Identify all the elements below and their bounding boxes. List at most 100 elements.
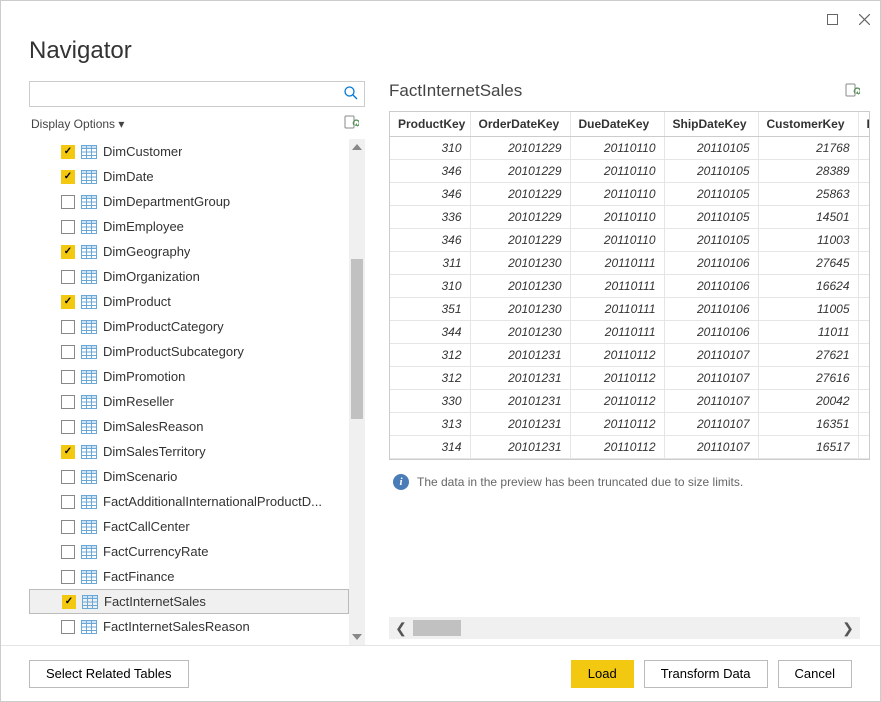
tree-item-checkbox[interactable] (61, 445, 75, 459)
table-row[interactable]: 31220101231201101122011010727616 (390, 367, 870, 390)
tree-item-checkbox[interactable] (61, 170, 75, 184)
load-button[interactable]: Load (571, 660, 634, 688)
tree-item-checkbox[interactable] (61, 495, 75, 509)
tree-item-checkbox[interactable] (61, 570, 75, 584)
tree-item-label: DimProduct (103, 294, 171, 309)
hscroll-right-arrow[interactable]: ❯ (836, 617, 860, 639)
tree-item-label: DimProductCategory (103, 319, 224, 334)
table-row[interactable]: 34620101229201101102011010528389 (390, 160, 870, 183)
table-icon (81, 370, 97, 384)
grid-column-header[interactable]: ShipDateKey (664, 112, 758, 137)
table-row[interactable]: 31320101231201101122011010716351 (390, 413, 870, 436)
table-row[interactable]: 33020101231201101122011010720042 (390, 390, 870, 413)
select-related-tables-button[interactable]: Select Related Tables (29, 660, 189, 688)
scrollbar-down-arrow[interactable] (349, 629, 365, 645)
hscroll-left-arrow[interactable]: ❮ (389, 617, 413, 639)
table-row[interactable]: 34420101230201101112011010611011 (390, 321, 870, 344)
tree-vertical-scrollbar[interactable] (349, 139, 365, 645)
table-row[interactable]: 34620101229201101102011010511003 (390, 229, 870, 252)
search-icon[interactable] (344, 86, 358, 103)
tree-item[interactable]: DimDate (29, 164, 349, 189)
table-cell: 27616 (758, 367, 858, 390)
grid-column-header[interactable]: OrderDateKey (470, 112, 570, 137)
refresh-icon[interactable] (343, 115, 361, 133)
tree-item-checkbox[interactable] (61, 395, 75, 409)
hscroll-thumb[interactable] (413, 620, 461, 636)
table-icon (81, 195, 97, 209)
tree-item[interactable]: DimCustomer (29, 139, 349, 164)
scrollbar-thumb[interactable] (351, 259, 363, 419)
hscroll-track[interactable] (413, 617, 836, 639)
table-icon (81, 270, 97, 284)
tree-item-checkbox[interactable] (61, 370, 75, 384)
truncate-message: i The data in the preview has been trunc… (389, 460, 870, 504)
tree-item[interactable]: DimScenario (29, 464, 349, 489)
search-input[interactable] (36, 87, 344, 102)
tree-item[interactable]: FactFinance (29, 564, 349, 589)
table-cell: 20110112 (570, 344, 664, 367)
table-row[interactable]: 34620101229201101102011010525863 (390, 183, 870, 206)
table-row[interactable]: 35120101230201101112011010611005 (390, 298, 870, 321)
close-icon[interactable] (856, 11, 872, 27)
tree-item-checkbox[interactable] (61, 520, 75, 534)
tree-item[interactable]: DimProduct (29, 289, 349, 314)
cancel-button[interactable]: Cancel (778, 660, 852, 688)
tree-item[interactable]: DimOrganization (29, 264, 349, 289)
table-row[interactable]: 31420101231201101122011010716517 (390, 436, 870, 459)
scrollbar-up-arrow[interactable] (349, 139, 365, 155)
tree-item-checkbox[interactable] (61, 220, 75, 234)
maximize-icon[interactable] (824, 11, 840, 27)
grid-column-header[interactable]: CustomerKey (758, 112, 858, 137)
preview-horizontal-scrollbar[interactable]: ❮ ❯ (389, 617, 860, 639)
table-cell: 310 (390, 275, 470, 298)
tree-item-checkbox[interactable] (61, 545, 75, 559)
tree-item[interactable]: DimSalesTerritory (29, 439, 349, 464)
tree-item-checkbox[interactable] (61, 245, 75, 259)
table-row[interactable]: 31020101229201101102011010521768 (390, 137, 870, 160)
tree-item[interactable]: DimSalesReason (29, 414, 349, 439)
tree-item-checkbox[interactable] (61, 420, 75, 434)
tree-item-checkbox[interactable] (61, 195, 75, 209)
tree-item-checkbox[interactable] (61, 145, 75, 159)
table-cell: 20110105 (664, 206, 758, 229)
table-icon (81, 220, 97, 234)
tree-item-checkbox[interactable] (61, 295, 75, 309)
tree-item-label: DimDate (103, 169, 154, 184)
tree-item[interactable]: FactInternetSales (29, 589, 349, 614)
tree-item[interactable]: DimProductSubcategory (29, 339, 349, 364)
grid-column-header[interactable]: Pro (858, 112, 870, 137)
tree-item[interactable]: DimDepartmentGroup (29, 189, 349, 214)
table-cell: 20110107 (664, 436, 758, 459)
table-cell: 20110112 (570, 436, 664, 459)
tree-item[interactable]: FactInternetSalesReason (29, 614, 349, 639)
table-icon (81, 145, 97, 159)
tree-item[interactable]: DimProductCategory (29, 314, 349, 339)
tree-item-checkbox[interactable] (61, 345, 75, 359)
tree-item-checkbox[interactable] (62, 595, 76, 609)
tree-item[interactable]: FactAdditionalInternationalProductD... (29, 489, 349, 514)
tree-item[interactable]: FactCurrencyRate (29, 539, 349, 564)
tree-item[interactable]: DimPromotion (29, 364, 349, 389)
transform-data-button[interactable]: Transform Data (644, 660, 768, 688)
table-cell: 314 (390, 436, 470, 459)
grid-column-header[interactable]: ProductKey (390, 112, 470, 137)
table-icon (81, 395, 97, 409)
table-row[interactable]: 31220101231201101122011010727621 (390, 344, 870, 367)
tree-item[interactable]: DimReseller (29, 389, 349, 414)
tree-item[interactable]: DimEmployee (29, 214, 349, 239)
tree-item-checkbox[interactable] (61, 320, 75, 334)
table-row[interactable]: 31120101230201101112011010627645 (390, 252, 870, 275)
tree-item-label: DimProductSubcategory (103, 344, 244, 359)
tree-item-checkbox[interactable] (61, 470, 75, 484)
table-row[interactable]: 33620101229201101102011010514501 (390, 206, 870, 229)
tree-item-checkbox[interactable] (61, 270, 75, 284)
table-row[interactable]: 31020101230201101112011010616624 (390, 275, 870, 298)
tree-item[interactable]: DimGeography (29, 239, 349, 264)
chevron-down-icon: ▾ (118, 117, 124, 131)
search-input-container[interactable] (29, 81, 365, 107)
display-options-dropdown[interactable]: Display Options ▾ (31, 117, 124, 131)
tree-item[interactable]: FactCallCenter (29, 514, 349, 539)
tree-item-checkbox[interactable] (61, 620, 75, 634)
edit-preview-icon[interactable] (844, 83, 860, 99)
grid-column-header[interactable]: DueDateKey (570, 112, 664, 137)
